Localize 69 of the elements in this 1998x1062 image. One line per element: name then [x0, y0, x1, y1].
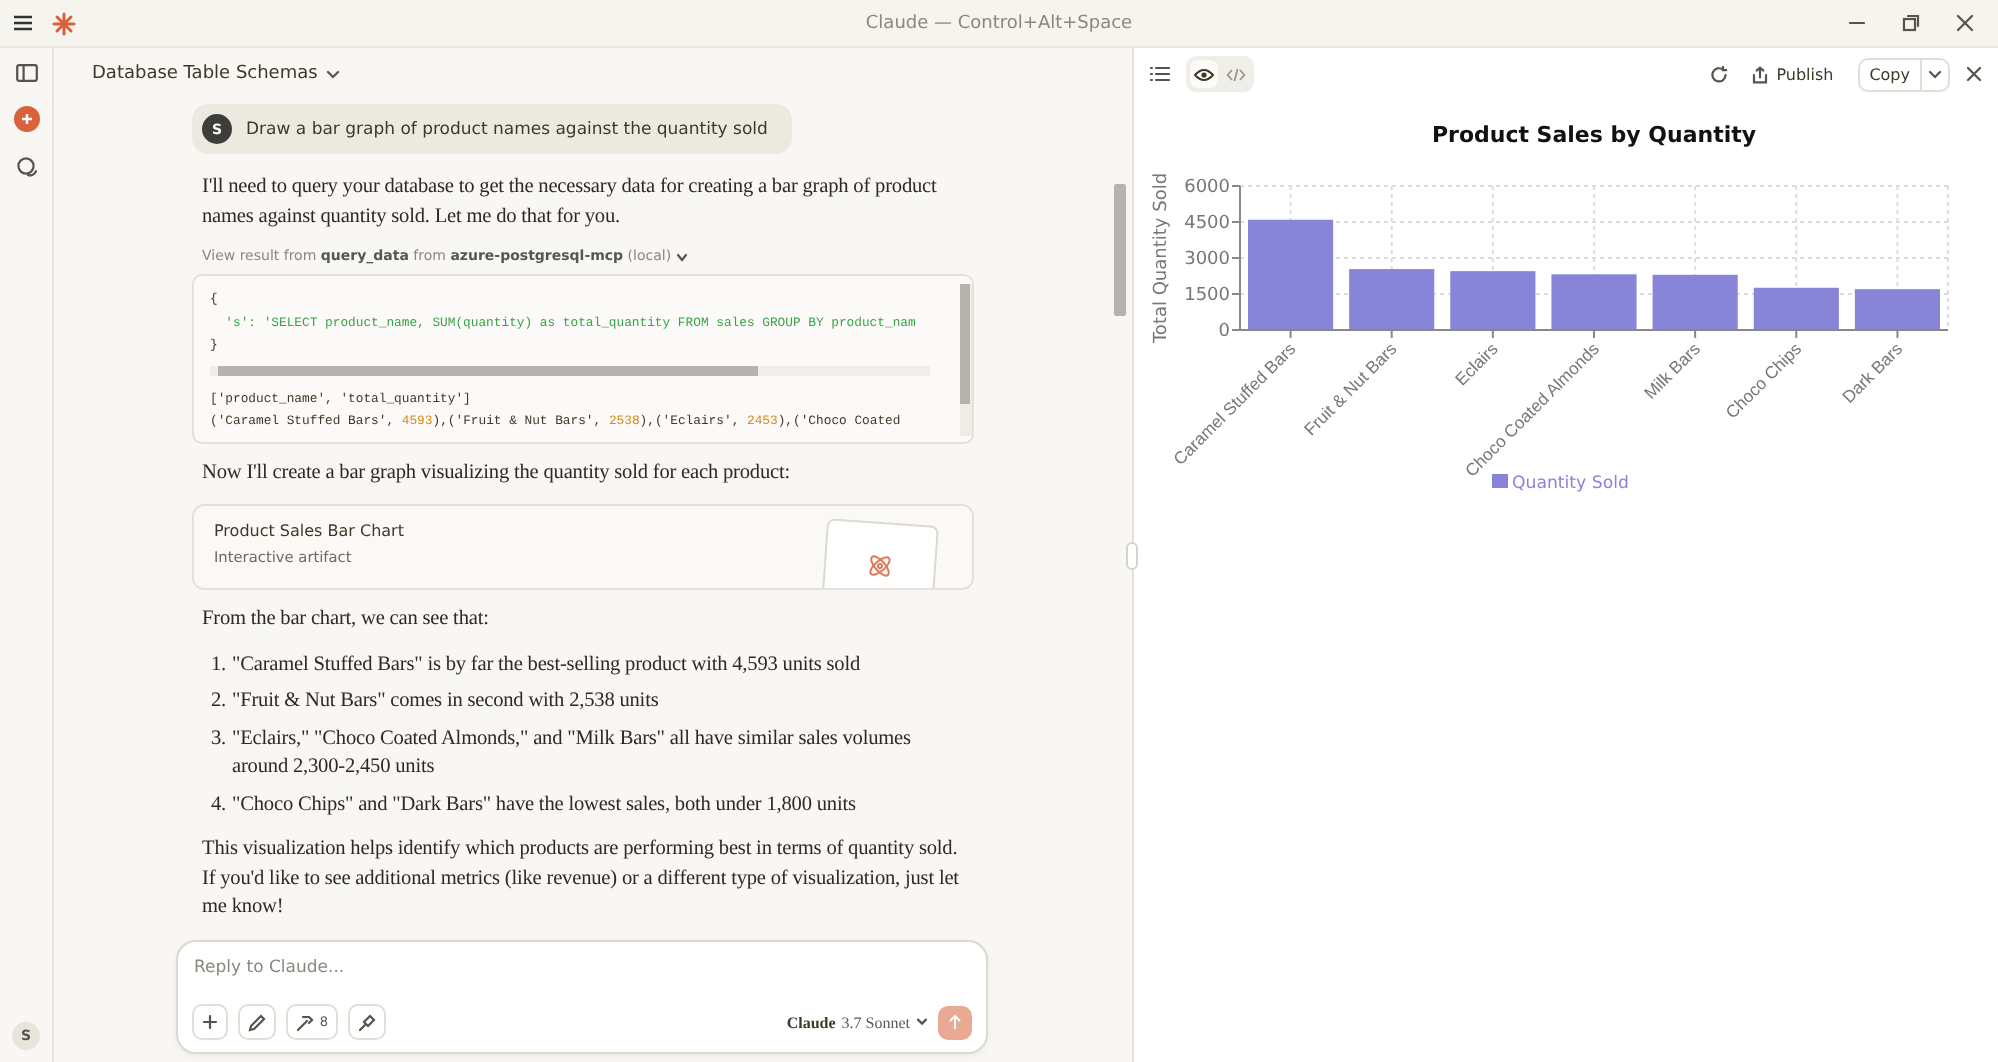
integrations-button[interactable] [347, 1004, 386, 1040]
list-number: 2. [208, 688, 226, 716]
reply-field[interactable]: Reply to Claude... [192, 958, 972, 978]
code-icon [1226, 67, 1246, 81]
refresh-button[interactable] [1710, 65, 1729, 83]
refresh-icon [1710, 65, 1729, 83]
response-paragraph: This visualization helps identify which products are performing best in terms of quantity sold. If you'd like to see additional metrics (like revenue) or a different type of visualization, just let me know! [202, 836, 961, 922]
sunburst-logo-icon [52, 11, 76, 35]
share-icon [1752, 65, 1769, 83]
plug-icon [357, 1013, 376, 1031]
horizontal-scrollbar[interactable] [210, 365, 930, 375]
list-icon[interactable] [1150, 66, 1170, 82]
close-icon [1966, 66, 1982, 82]
menu-icon[interactable] [12, 14, 34, 32]
tick-label: 0 [1218, 322, 1230, 342]
bar [1349, 269, 1435, 330]
legend-label: Quantity Sold [1512, 474, 1629, 494]
conversation-title[interactable]: Database Table Schemas [92, 64, 318, 84]
bar [1753, 287, 1839, 330]
plus-icon [202, 1014, 218, 1030]
response-paragraph: Now I'll create a bar graph visualizing the quantity sold for each product: [202, 459, 793, 487]
bar [1450, 271, 1536, 330]
category-label: Milk Bars [1639, 338, 1704, 403]
response-paragraph: From the bar chart, we can see that: [202, 606, 491, 634]
artifact-title: Product Sales Bar Chart [214, 522, 404, 540]
bar [1854, 289, 1940, 330]
chat-bubbles-icon[interactable] [15, 156, 37, 178]
response-paragraph: I'll need to query your database to get the necessary data for creating a bar graph of product names against quantity sold. Let me do that for you. [202, 174, 939, 231]
list-number: 4. [208, 791, 226, 819]
list-number: 3. [208, 725, 226, 753]
tick-label: 3000 [1184, 250, 1230, 270]
eye-icon [1194, 67, 1214, 81]
bar [1652, 274, 1738, 330]
publish-button[interactable]: Publish [1744, 65, 1842, 83]
list-item-text: "Caramel Stuffed Bars" is by far the best-selling product with 4,593 units sold [232, 651, 861, 679]
arrow-up-icon [948, 1014, 962, 1030]
plus-icon [19, 112, 33, 126]
close-icon[interactable] [1956, 14, 1974, 32]
resize-handle[interactable] [1126, 542, 1138, 570]
message-text: Draw a bar graph of product names against the quantity sold [246, 119, 768, 139]
style-button[interactable] [238, 1004, 276, 1040]
bar [1551, 274, 1637, 330]
chevron-icon[interactable] [675, 251, 688, 261]
list-item-text: "Choco Chips" and "Dark Bars" have the lowest sales, both under 1,800 units [232, 791, 856, 819]
sidebar-toggle-icon[interactable] [15, 64, 37, 82]
tick-label: 1500 [1184, 286, 1230, 306]
hammer-icon [296, 1013, 314, 1031]
list-number: 1. [208, 651, 226, 679]
tick-label: 6000 [1184, 178, 1230, 198]
axis-title: Total Quantity Sold [1152, 172, 1172, 344]
chevron-down-icon [1928, 69, 1942, 79]
chevron-down-icon[interactable] [325, 69, 340, 79]
model-selector[interactable]: Claude 3.7 Sonnet [786, 1013, 928, 1031]
atom-icon [865, 551, 895, 581]
chevron-down-icon [916, 1018, 928, 1026]
close-button[interactable] [1966, 66, 1982, 82]
chart-title: Product Sales by Quantity [1431, 122, 1757, 148]
tick-label: 4500 [1184, 214, 1230, 234]
list-item-text: "Eclairs," "Choco Coated Almonds," and "Milk Bars" all have similar sales volumes around 2,300-2,450 units [232, 725, 913, 782]
restore-icon[interactable] [1902, 14, 1920, 32]
window-title: Claude — Control+Alt+Space [863, 13, 1135, 33]
preview-tab[interactable] [1190, 60, 1218, 88]
bar [1248, 219, 1334, 330]
pen-icon [248, 1013, 266, 1031]
add-button[interactable] [192, 1004, 228, 1040]
new-chat-button[interactable] [13, 106, 39, 132]
vertical-scrollbar[interactable] [960, 284, 972, 436]
list-item-text: "Fruit & Nut Bars" comes in second with 2,538 units [232, 688, 659, 716]
scrollbar[interactable] [1114, 184, 1126, 316]
